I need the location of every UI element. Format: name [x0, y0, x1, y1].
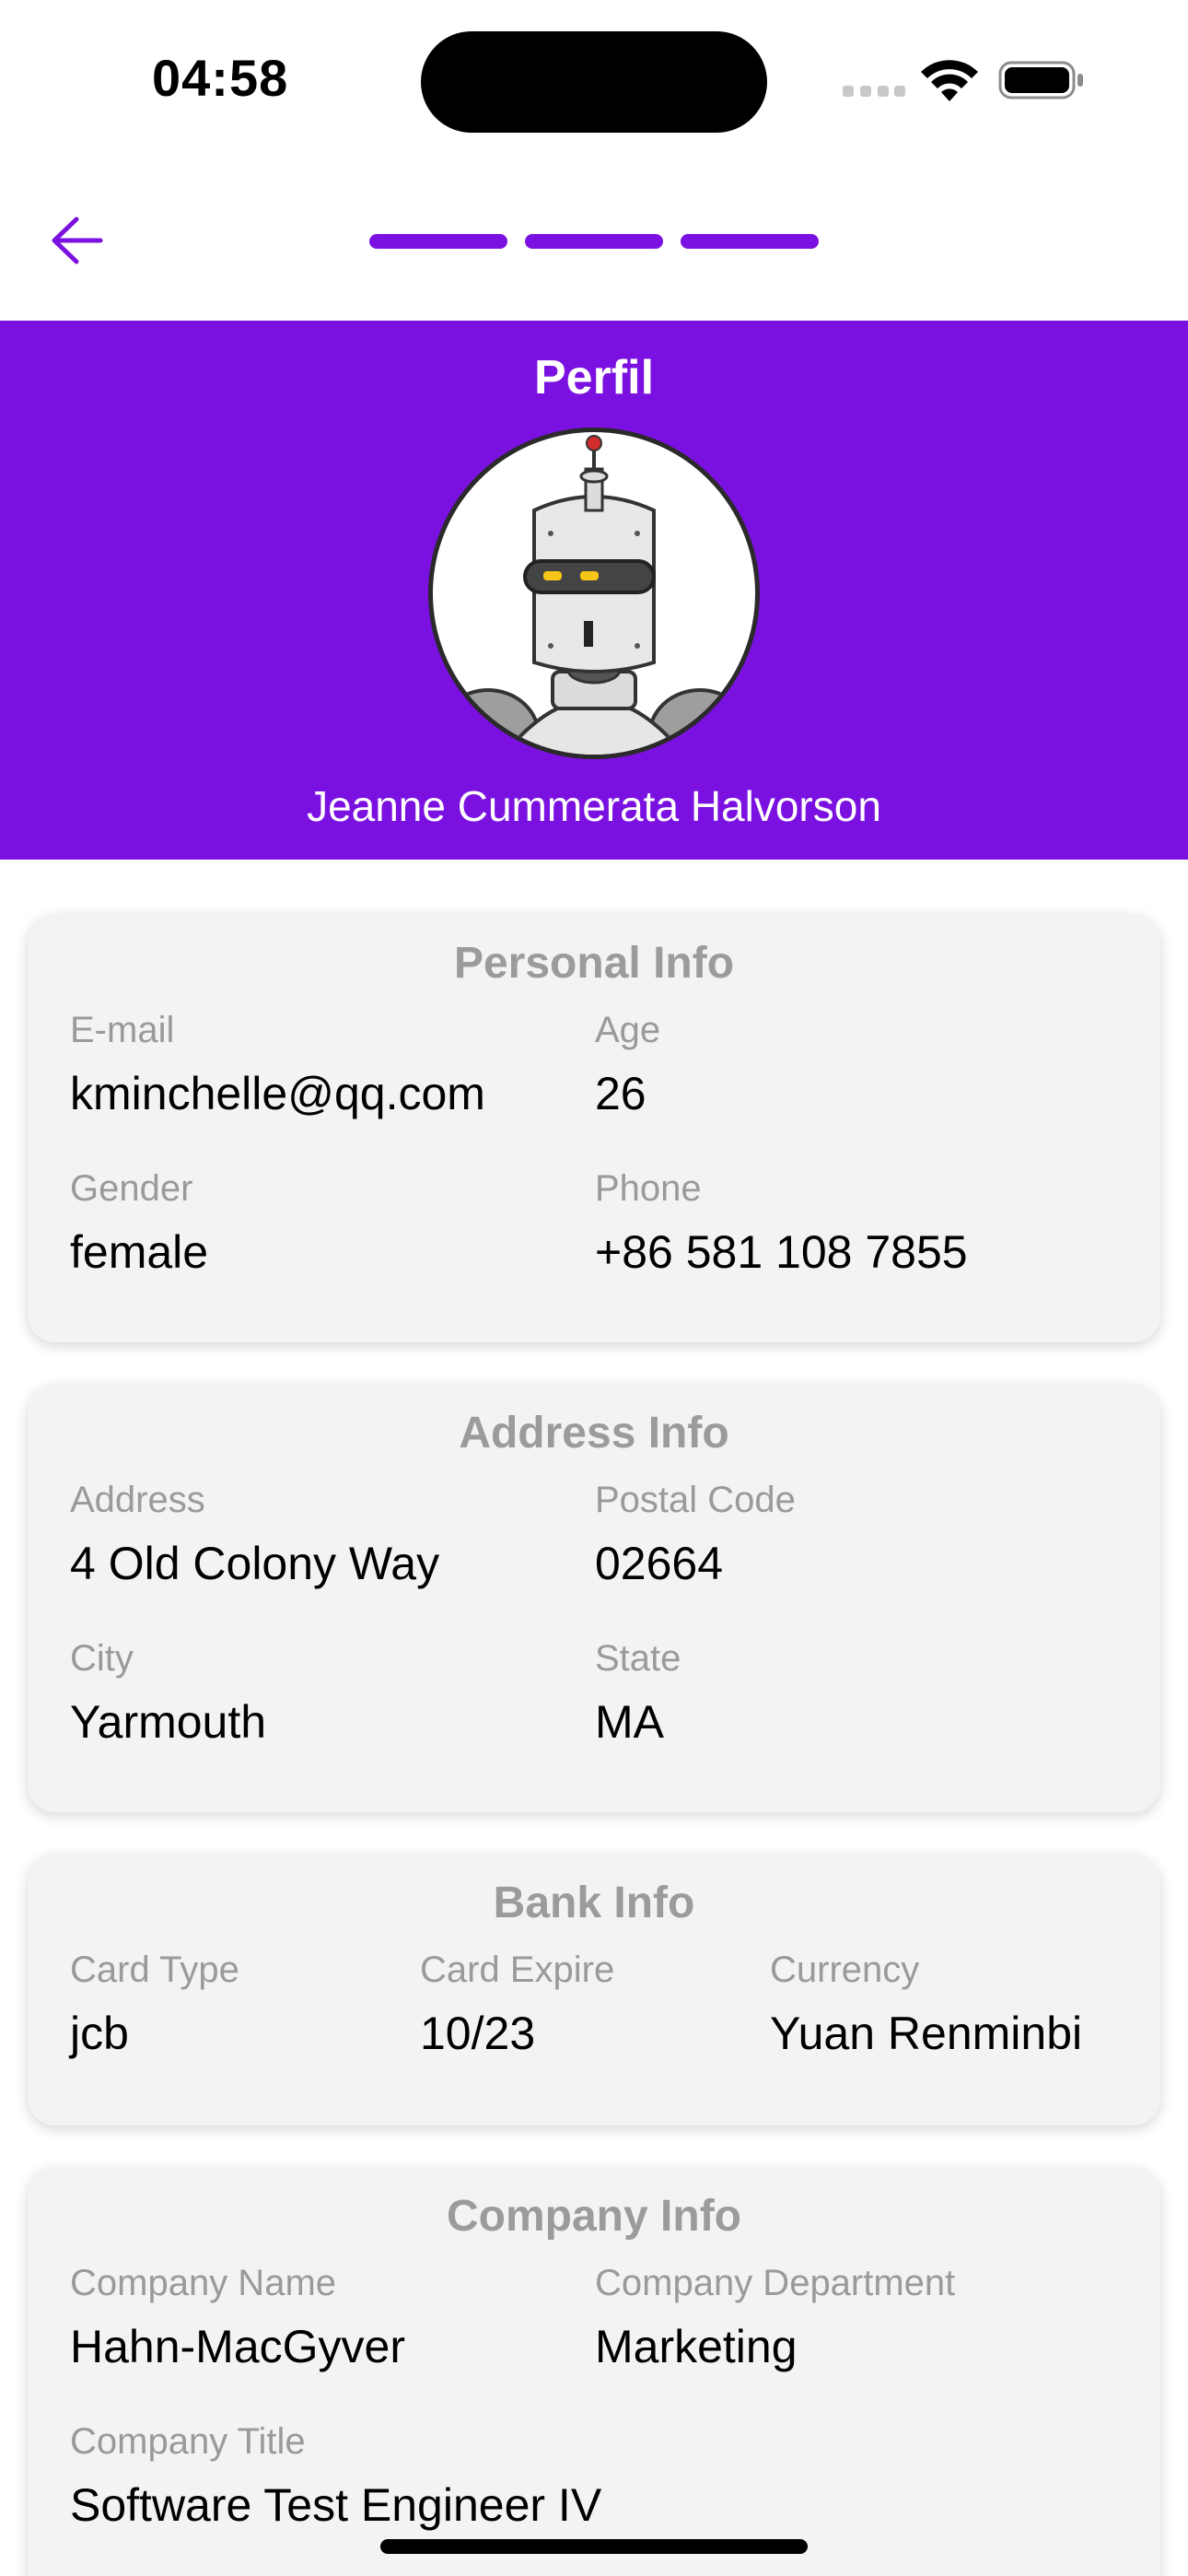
card-title: Personal Info	[453, 939, 735, 988]
status-bar: 04:58	[0, 0, 1188, 161]
avatar	[428, 427, 760, 759]
city-value: Yarmouth	[70, 1696, 267, 1748]
cellular-signal-icon	[843, 86, 905, 97]
city-label: City	[70, 1638, 134, 1679]
currency-value: Yuan Renminbi	[770, 2008, 1083, 2059]
profile-header: Perfil Jeanne Cummerata Halvorson	[0, 321, 1188, 860]
state-label: State	[595, 1638, 681, 1679]
robot-avatar-icon	[436, 435, 752, 755]
phone-label: Phone	[595, 1168, 702, 1209]
card-expire-value: 10/23	[420, 2008, 536, 2059]
company-name-label: Company Name	[70, 2263, 337, 2303]
card-expire-label: Card Expire	[420, 1950, 615, 1990]
age-label: Age	[595, 1010, 661, 1050]
card-title: Address Info	[459, 1409, 729, 1458]
arrow-left-icon	[52, 217, 103, 264]
company-info-card: Company Info Company Name Hahn-MacGyver …	[28, 2167, 1160, 2576]
email-label: E-mail	[70, 1010, 175, 1050]
company-department-value: Marketing	[595, 2321, 798, 2372]
card-title: Bank Info	[493, 1879, 695, 1927]
card-type-label: Card Type	[70, 1950, 239, 1990]
card-type-value: jcb	[70, 2008, 129, 2059]
postal-code-value: 02664	[595, 1538, 724, 1589]
company-title-value: Software Test Engineer IV	[70, 2479, 602, 2531]
phone-value: +86 581 108 7855	[595, 1226, 968, 1278]
battery-icon	[998, 61, 1083, 100]
profile-name: Jeanne Cummerata Halvorson	[307, 782, 881, 830]
company-name-value: Hahn-MacGyver	[70, 2321, 405, 2372]
company-department-label: Company Department	[595, 2263, 956, 2303]
progress-step	[681, 234, 819, 249]
dynamic-island	[421, 31, 767, 133]
email-value: kminchelle@qq.com	[70, 1068, 485, 1119]
card-title: Company Info	[447, 2192, 741, 2241]
bank-info-card: Bank Info Card Type jcb Card Expire 10/2…	[28, 1854, 1160, 2125]
personal-info-card: Personal Info E-mail kminchelle@qq.com A…	[28, 914, 1160, 1342]
home-indicator[interactable]	[380, 2539, 808, 2554]
state-value: MA	[595, 1696, 664, 1748]
back-button[interactable]	[44, 208, 109, 273]
step-progress-indicator	[369, 234, 819, 249]
address-label: Address	[70, 1480, 205, 1520]
status-time: 04:58	[152, 49, 289, 107]
address-info-card: Address Info Address 4 Old Colony Way Po…	[28, 1384, 1160, 1812]
postal-code-label: Postal Code	[595, 1480, 796, 1520]
company-title-label: Company Title	[70, 2421, 306, 2462]
progress-step	[525, 234, 663, 249]
currency-label: Currency	[770, 1950, 920, 1990]
page-title: Perfil	[533, 351, 655, 404]
progress-step	[369, 234, 507, 249]
wifi-icon	[921, 60, 978, 101]
address-value: 4 Old Colony Way	[70, 1538, 440, 1589]
age-value: 26	[595, 1068, 646, 1119]
gender-value: female	[70, 1226, 209, 1278]
gender-label: Gender	[70, 1168, 193, 1209]
